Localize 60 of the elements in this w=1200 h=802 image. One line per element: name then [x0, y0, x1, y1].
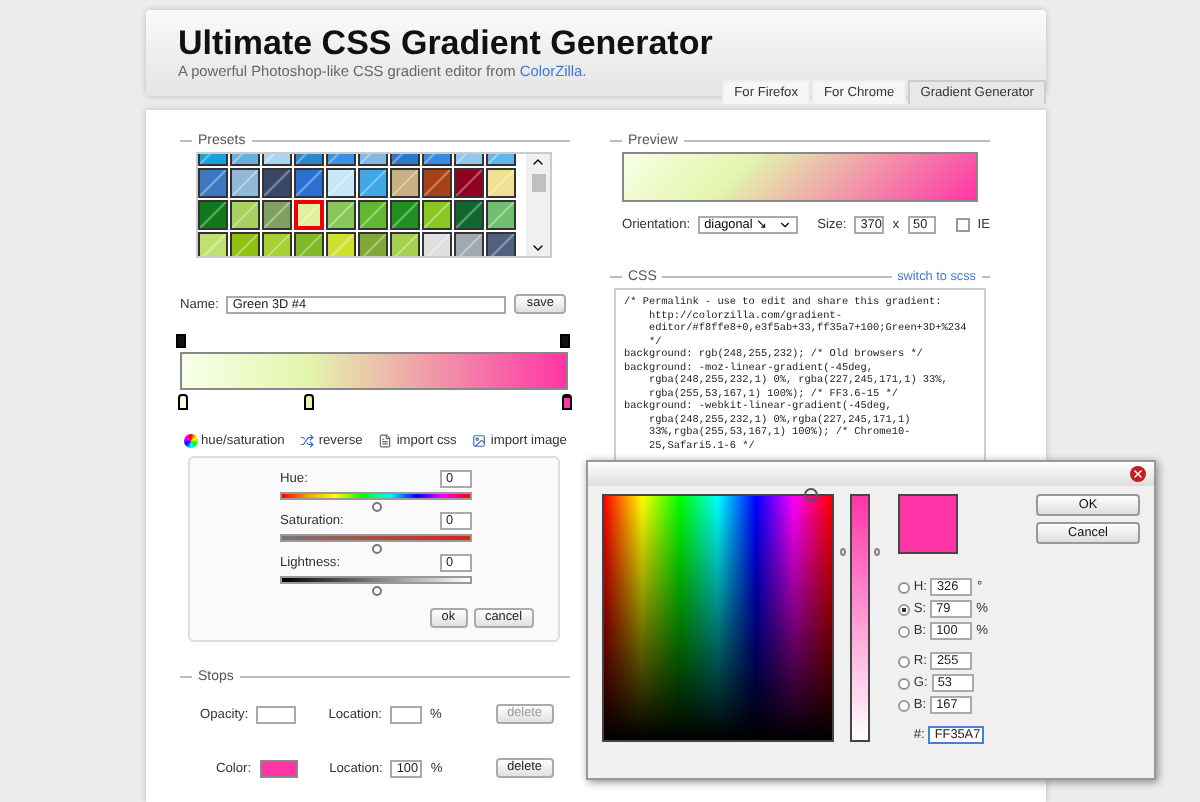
- preset-swatch[interactable]: [198, 200, 228, 230]
- preset-swatch[interactable]: [294, 232, 324, 256]
- preset-swatch[interactable]: [390, 168, 420, 198]
- location-field[interactable]: [389, 705, 422, 723]
- slider-thumb[interactable]: [372, 544, 382, 554]
- opacity-stop-marker[interactable]: [176, 334, 186, 348]
- radio-button[interactable]: [897, 699, 910, 711]
- color-stop-marker[interactable]: [562, 394, 572, 410]
- preset-swatch[interactable]: [198, 168, 228, 198]
- picker-ring-icon: [803, 488, 818, 502]
- preset-swatch[interactable]: [454, 232, 484, 256]
- preset-swatch[interactable]: [390, 200, 420, 230]
- preset-swatch[interactable]: [454, 200, 484, 230]
- color-wheel-icon: [183, 434, 198, 448]
- preset-swatch[interactable]: [422, 168, 452, 198]
- opacity-stop-marker[interactable]: [560, 334, 570, 348]
- ie-checkbox[interactable]: [956, 218, 970, 232]
- page-title: Ultimate CSS Gradient Generator: [178, 26, 715, 62]
- color-stop-marker[interactable]: [304, 394, 315, 410]
- close-icon[interactable]: [1130, 466, 1146, 482]
- preset-swatch[interactable]: [358, 200, 388, 230]
- preset-swatch[interactable]: [262, 200, 292, 230]
- preset-swatch[interactable]: [262, 168, 292, 198]
- opacity-field[interactable]: [256, 705, 297, 723]
- image-icon: [472, 434, 487, 448]
- preset-swatch[interactable]: [358, 168, 388, 198]
- color-stop-marker[interactable]: [178, 394, 188, 410]
- preset-swatch[interactable]: [486, 168, 516, 198]
- slider-thumb[interactable]: [372, 502, 382, 512]
- scroll-thumb: [531, 174, 545, 192]
- preset-swatch[interactable]: [486, 200, 516, 230]
- preset-swatch[interactable]: [486, 232, 516, 256]
- preset-swatch[interactable]: [230, 200, 260, 230]
- radio-button[interactable]: [897, 655, 910, 667]
- preset-swatch[interactable]: [422, 200, 452, 230]
- preset-swatch[interactable]: [326, 168, 356, 198]
- radio-button[interactable]: [897, 625, 910, 637]
- slider-thumb[interactable]: [372, 586, 382, 596]
- preset-swatch[interactable]: [422, 232, 452, 256]
- preset-swatch[interactable]: [358, 232, 388, 256]
- preset-swatch[interactable]: [390, 232, 420, 256]
- shuffle-icon: [300, 434, 315, 448]
- preset-swatch[interactable]: [294, 168, 324, 198]
- color-field[interactable]: [602, 494, 835, 742]
- scroll-up-icon: [530, 154, 546, 170]
- caret-icon: [777, 218, 792, 232]
- document-icon: [378, 434, 393, 448]
- preset-swatch[interactable]: [326, 232, 356, 256]
- scroll-down-icon: [530, 240, 546, 256]
- preset-swatch[interactable]: [198, 232, 228, 256]
- radio-button[interactable]: [897, 603, 910, 615]
- preset-swatch[interactable]: [230, 232, 260, 256]
- radio-button[interactable]: [897, 581, 910, 593]
- preset-swatch[interactable]: [262, 232, 292, 256]
- preset-swatch[interactable]: [294, 200, 324, 230]
- preset-swatch[interactable]: [326, 200, 356, 230]
- color-swatch[interactable]: [259, 759, 298, 777]
- radio-button[interactable]: [897, 677, 910, 689]
- preset-swatch[interactable]: [230, 168, 260, 198]
- preset-swatch[interactable]: [454, 168, 484, 198]
